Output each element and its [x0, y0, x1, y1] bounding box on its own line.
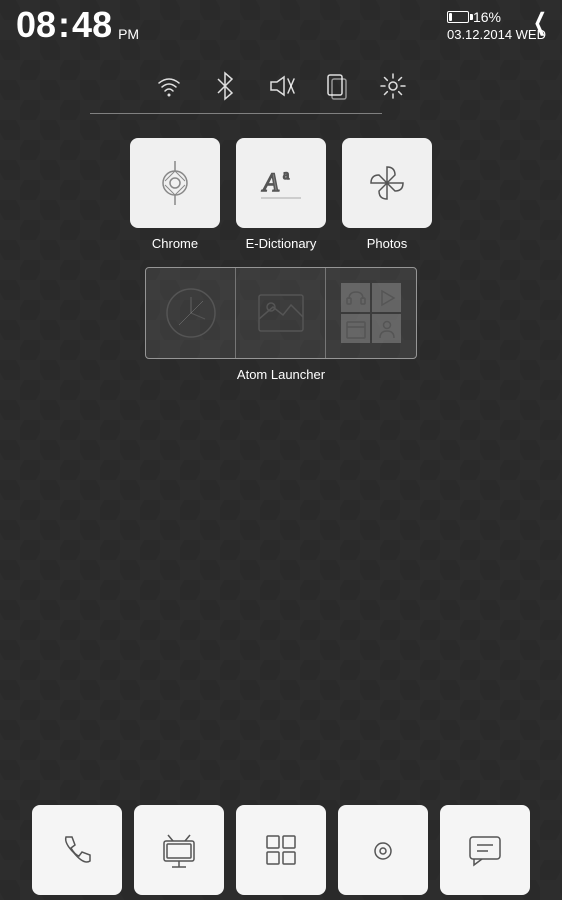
clock-widget[interactable]	[146, 268, 236, 358]
dock-grid[interactable]	[236, 805, 326, 895]
edictionary-icon-bg: A a	[236, 138, 326, 228]
rotate-toggle[interactable]	[321, 70, 353, 102]
bluetooth-toggle[interactable]	[209, 70, 241, 102]
svg-text:27: 27	[352, 331, 360, 338]
chrome-icon-bg	[130, 138, 220, 228]
app-chrome[interactable]: Chrome	[130, 138, 220, 251]
time-hours: 08	[16, 7, 56, 43]
date-display: 03.12.2014 WED	[447, 27, 546, 42]
dock-camera[interactable]	[338, 805, 428, 895]
calendar-mini: 27	[341, 314, 370, 343]
status-bar: 08 : 48 PM 16% 03.12.2014 WED ❮	[0, 0, 562, 50]
time-colon: :	[58, 4, 70, 46]
person-mini	[372, 314, 401, 343]
widget-label: Atom Launcher	[237, 367, 325, 382]
status-right: 16% 03.12.2014 WED	[447, 9, 546, 42]
battery-icon	[447, 11, 469, 23]
chrome-label: Chrome	[152, 236, 198, 251]
photos-label: Photos	[367, 236, 407, 251]
wifi-toggle[interactable]	[153, 70, 185, 102]
time-minutes: 48	[72, 4, 112, 46]
play-mini	[372, 283, 401, 312]
battery-percent: 16%	[473, 9, 501, 25]
edictionary-label: E-Dictionary	[246, 236, 317, 251]
bottom-dock	[0, 800, 562, 900]
app-photos[interactable]: Photos	[342, 138, 432, 251]
battery-info: 16%	[447, 9, 501, 25]
dock-chat[interactable]	[440, 805, 530, 895]
widget-row: 27 Atom Launcher	[0, 267, 562, 382]
dock-phone[interactable]	[32, 805, 122, 895]
app-grid-row1: Chrome A a E-Dictionary	[0, 138, 562, 251]
headphones-mini	[341, 283, 370, 312]
svg-text:A: A	[261, 168, 279, 197]
photos-icon-bg	[342, 138, 432, 228]
mute-toggle[interactable]	[265, 70, 297, 102]
multi-widget-grid: 27	[341, 283, 401, 343]
quick-settings	[0, 50, 562, 114]
gallery-widget[interactable]	[236, 268, 326, 358]
svg-text:a: a	[283, 168, 290, 183]
app-edictionary[interactable]: A a E-Dictionary	[236, 138, 326, 251]
multi-app-widget[interactable]: 27	[326, 268, 416, 358]
dock-tv[interactable]	[134, 805, 224, 895]
back-button[interactable]: ❮	[533, 8, 547, 37]
widget-container: 27	[145, 267, 417, 359]
settings-toggle[interactable]	[377, 70, 409, 102]
time-ampm: PM	[118, 26, 139, 46]
time-display: 08 : 48 PM	[16, 4, 139, 46]
